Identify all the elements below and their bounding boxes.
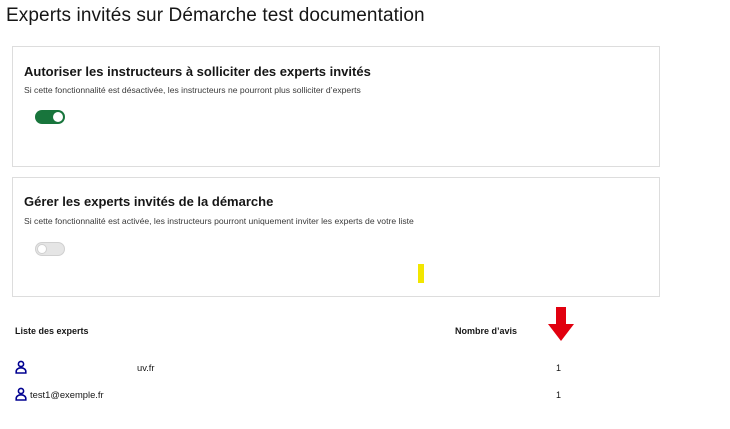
avis-count: 1: [556, 390, 562, 400]
page-title: Experts invités sur Démarche test docume…: [6, 5, 425, 26]
toggle-knob: [37, 244, 47, 254]
card-description: Si cette fonctionnalité est activée, les…: [24, 216, 414, 226]
card-title: Gérer les experts invités de la démarche: [24, 194, 274, 209]
user-icon: [15, 387, 27, 401]
expert-email: uv.fr: [137, 362, 155, 373]
card-manage-experts: Gérer les experts invités de la démarche…: [12, 177, 660, 297]
allow-experts-toggle[interactable]: [35, 110, 65, 124]
table-row: uv.fr 1: [15, 360, 615, 376]
card-description: Si cette fonctionnalité est désactivée, …: [24, 85, 361, 95]
highlight-marker: [418, 264, 424, 283]
card-title: Autoriser les instructeurs à solliciter …: [24, 64, 371, 79]
column-header-experts: Liste des experts: [15, 326, 89, 336]
table-row: test1@exemple.fr 1: [15, 387, 615, 403]
expert-email: test1@exemple.fr: [30, 389, 104, 400]
avis-count: 1: [556, 363, 562, 373]
toggle-knob: [53, 112, 63, 122]
card-allow-experts: Autoriser les instructeurs à solliciter …: [12, 46, 660, 167]
user-icon: [15, 360, 27, 374]
manage-experts-toggle[interactable]: [35, 242, 65, 256]
arrow-down-icon: [548, 307, 574, 341]
column-header-avis: Nombre d’avis: [455, 326, 518, 336]
